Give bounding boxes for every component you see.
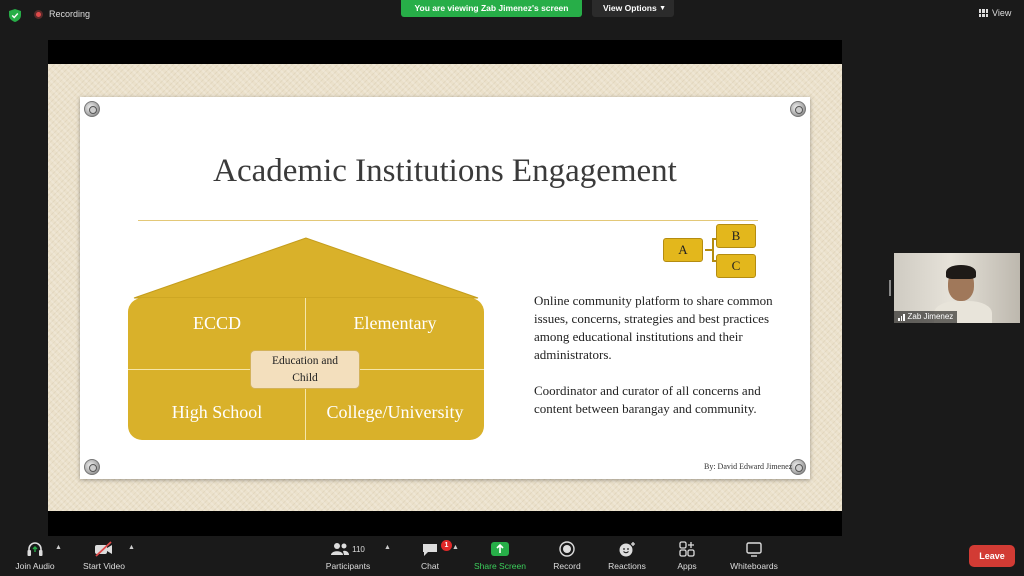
- slide-description: Online community platform to share commo…: [534, 292, 774, 436]
- tile-drag-handle[interactable]: [889, 280, 891, 296]
- participants-button[interactable]: 110 Participants: [322, 540, 374, 571]
- share-screen-label: Share Screen: [474, 561, 526, 571]
- quadrant-college-university: College/University: [326, 402, 464, 422]
- house-roof: [133, 237, 479, 299]
- view-button[interactable]: View: [979, 8, 1011, 18]
- chat-unread-badge: 1: [441, 540, 452, 551]
- grid-view-icon: [979, 9, 988, 17]
- record-button[interactable]: Record: [548, 540, 586, 571]
- pin-icon: [790, 459, 806, 475]
- pin-icon: [790, 101, 806, 117]
- description-paragraph: Coordinator and curator of all concerns …: [534, 383, 761, 416]
- audio-options-caret-icon[interactable]: ▲: [55, 544, 62, 551]
- apps-label: Apps: [677, 561, 697, 571]
- chevron-down-icon: ▼: [659, 5, 666, 12]
- leave-button[interactable]: Leave: [969, 545, 1015, 567]
- meeting-toolbar: Join Audio ▲ Start Video ▲ 110 Participa…: [0, 536, 1024, 576]
- shared-screen: Academic Institutions Engagement ECCD El…: [48, 40, 842, 536]
- view-options-label: View Options: [603, 3, 657, 13]
- whiteboard-icon: [746, 542, 762, 557]
- presentation-slide: Academic Institutions Engagement ECCD El…: [48, 64, 842, 511]
- participant-name: Zab Jimenez: [907, 312, 954, 321]
- join-audio-button[interactable]: Join Audio: [12, 540, 58, 571]
- view-label: View: [992, 8, 1012, 18]
- participant-name-label: Zab Jimenez: [894, 311, 958, 323]
- slide-paper: Academic Institutions Engagement ECCD El…: [80, 97, 810, 479]
- participants-options-caret-icon[interactable]: ▲: [384, 544, 391, 551]
- record-label: Record: [553, 561, 581, 571]
- title-rule: [138, 220, 758, 221]
- pin-icon: [84, 459, 100, 475]
- share-screen-icon: [491, 542, 509, 556]
- chat-options-caret-icon[interactable]: ▲: [452, 544, 459, 551]
- description-paragraph: Online community platform to share commo…: [534, 293, 773, 362]
- pin-icon: [84, 101, 100, 117]
- meeting-top-bar: Recording You are viewing Zab Jimenez's …: [0, 0, 1024, 30]
- record-icon: [559, 541, 575, 557]
- quadrant-eccd: ECCD: [192, 313, 241, 333]
- box-b: B: [716, 224, 756, 248]
- apps-button[interactable]: Apps: [672, 540, 702, 571]
- start-video-label: Start Video: [83, 561, 125, 571]
- chat-label: Chat: [421, 561, 439, 571]
- participant-hair: [946, 265, 976, 279]
- participants-label: Participants: [325, 561, 371, 571]
- video-options-caret-icon[interactable]: ▲: [128, 544, 135, 551]
- recording-dot-icon: [34, 9, 43, 19]
- reactions-label: Reactions: [608, 561, 646, 571]
- slide-title: Academic Institutions Engagement: [213, 153, 677, 189]
- whiteboards-label: Whiteboards: [730, 561, 778, 571]
- whiteboards-button[interactable]: Whiteboards: [726, 540, 782, 571]
- start-video-button[interactable]: Start Video: [80, 540, 128, 571]
- box-c: C: [716, 254, 756, 278]
- apps-icon: [679, 541, 695, 557]
- center-education-child-box: Education and Child: [250, 350, 360, 389]
- quadrant-high-school: High School: [171, 402, 263, 422]
- viewing-screen-banner: You are viewing Zab Jimenez's screen: [401, 0, 582, 17]
- slide-byline: By: David Edward Jimenez: [704, 462, 793, 471]
- center-label-line2: Child: [292, 372, 318, 384]
- chat-button[interactable]: 1 Chat: [414, 540, 452, 571]
- quadrant-elementary: Elementary: [353, 313, 437, 333]
- view-options-button[interactable]: View Options ▼: [592, 0, 674, 17]
- box-a: A: [663, 238, 703, 262]
- participant-video-tile[interactable]: Zab Jimenez: [894, 253, 1020, 323]
- chat-bubble-icon: [423, 543, 437, 556]
- share-screen-button[interactable]: Share Screen: [472, 540, 528, 571]
- reactions-button[interactable]: Reactions: [604, 540, 650, 571]
- headphones-icon: [27, 542, 43, 556]
- video-off-icon: [95, 541, 112, 557]
- security-shield-icon[interactable]: [9, 9, 21, 22]
- recording-label: Recording: [49, 9, 91, 19]
- recording-indicator[interactable]: Recording: [34, 9, 90, 19]
- center-label-line1: Education and: [271, 355, 339, 367]
- participants-icon: [331, 543, 350, 555]
- reactions-smiley-icon: [619, 542, 635, 557]
- participants-count: 110: [352, 544, 365, 554]
- join-audio-label: Join Audio: [15, 561, 55, 571]
- signal-strength-icon: [898, 313, 905, 321]
